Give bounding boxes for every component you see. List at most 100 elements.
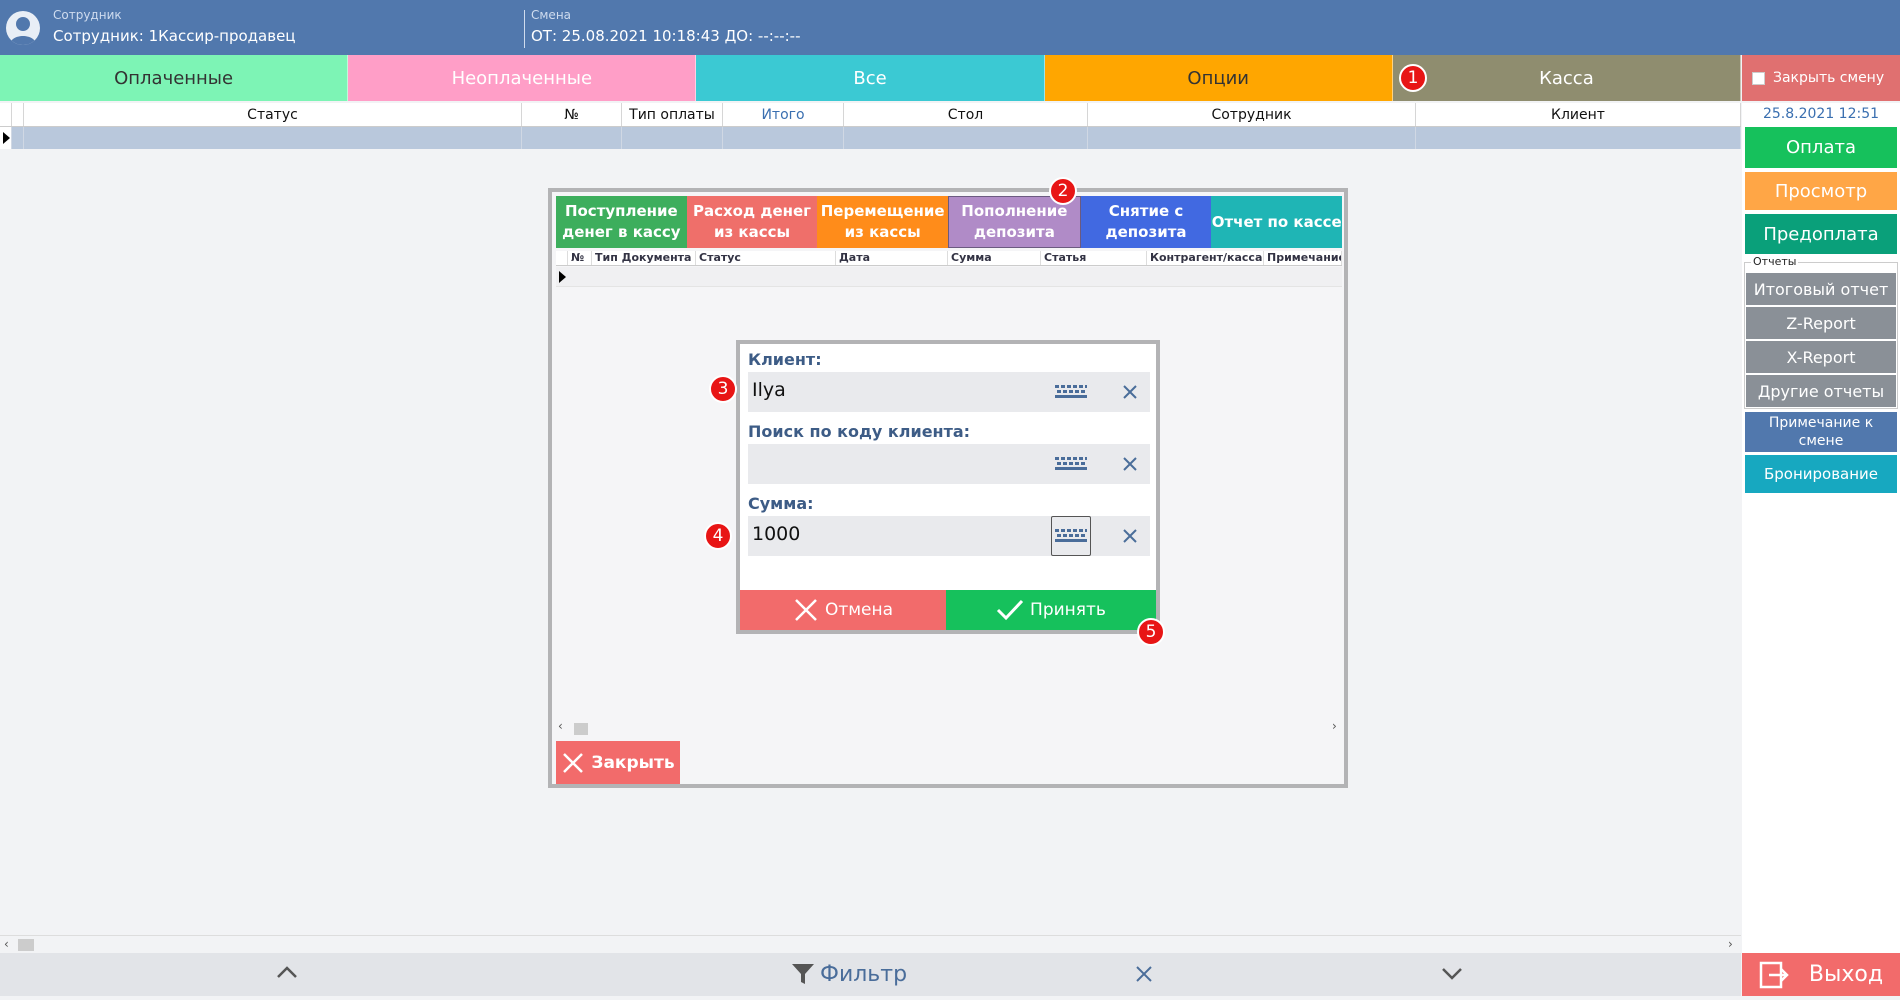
step-marker-3: 3 (709, 375, 737, 403)
clear-filter-button[interactable] (1134, 964, 1154, 988)
step-marker-4: 4 (704, 522, 732, 550)
scroll-thumb[interactable] (18, 939, 34, 951)
tab-paid-label: Оплаченные (114, 67, 234, 89)
client-keyboard-button[interactable] (1051, 372, 1091, 412)
user-avatar-icon (6, 11, 40, 45)
cancel-button[interactable]: Отмена (740, 590, 946, 630)
shift-caption: Смена (531, 8, 572, 22)
close-icon (1123, 385, 1137, 399)
cash-operations-bar: Поступление денег в кассу Расход денег и… (556, 196, 1343, 248)
col-number[interactable]: № (522, 103, 622, 126)
table-row[interactable] (0, 127, 1741, 149)
shift-note-button[interactable]: Примечание к смене (1745, 412, 1897, 452)
cash-report-button[interactable]: Отчет по кассе (1211, 196, 1343, 248)
scroll-thumb[interactable] (574, 723, 588, 735)
sum-keyboard-button[interactable] (1051, 516, 1091, 556)
exit-label: Выход (1808, 962, 1884, 987)
close-dialog-button[interactable]: Закрыть (556, 741, 680, 784)
step-marker-5: 5 (1137, 618, 1165, 646)
search-client-code-field[interactable] (748, 444, 1150, 484)
close-shift-checkbox-box[interactable] (1752, 71, 1765, 85)
shift-period: ОТ: 25.08.2021 10:18:43 ДО: --:--:-- (531, 27, 801, 45)
other-reports-button[interactable]: Другие отчеты (1746, 375, 1896, 407)
search-keyboard-button[interactable] (1051, 444, 1091, 484)
shift-info: Смена ОТ: 25.08.2021 10:18:43 ДО: --:--:… (531, 8, 801, 45)
cash-docs-header: № Тип Документа Статус Дата Сумма Статья… (556, 251, 1342, 266)
checkmark-icon (996, 599, 1024, 621)
search-clear-button[interactable] (1110, 444, 1150, 484)
client-field[interactable]: Ilya (748, 372, 1150, 412)
close-icon (563, 752, 584, 773)
x-report-button[interactable]: X-Report (1746, 341, 1896, 373)
row-pointer-icon (3, 132, 10, 144)
summary-report-button[interactable]: Итоговый отчет (1746, 273, 1896, 305)
col-total[interactable]: Итого (723, 103, 844, 126)
scroll-left-icon[interactable]: ‹ (4, 937, 9, 951)
cash-out-button[interactable]: Расход денег из кассы (686, 196, 818, 248)
main-horizontal-scrollbar[interactable]: ‹ › (0, 935, 1741, 953)
tab-options[interactable]: Опции (1044, 55, 1393, 101)
col-employee[interactable]: Сотрудник (1088, 103, 1416, 126)
grid-indicator (12, 103, 24, 126)
deposit-withdraw-button[interactable]: Снятие с депозита (1080, 196, 1212, 248)
col-doc-note[interactable]: Примечание (1264, 251, 1342, 265)
col-table[interactable]: Стол (844, 103, 1088, 126)
tab-all[interactable]: Все (696, 55, 1045, 101)
client-value: Ilya (752, 379, 786, 401)
col-doc-number[interactable]: № (568, 251, 592, 265)
sum-clear-button[interactable] (1110, 516, 1150, 556)
scroll-down-button[interactable] (1440, 966, 1464, 986)
scroll-left-icon[interactable]: ‹ (558, 719, 563, 733)
col-doc-date[interactable]: Дата (836, 251, 948, 265)
list-item[interactable] (556, 267, 1342, 287)
col-status[interactable]: Статус (24, 103, 522, 126)
cash-in-button[interactable]: Поступление денег в кассу (556, 196, 687, 248)
step-marker-2: 2 (1049, 177, 1077, 205)
sum-field[interactable]: 1000 (748, 516, 1150, 556)
col-doc-counterparty[interactable]: Контрагент/касса (1147, 251, 1264, 265)
employee-info: Сотрудник Сотрудник: 1Кассир-продавец (53, 8, 296, 45)
close-icon (1123, 457, 1137, 471)
scroll-right-icon[interactable]: › (1728, 937, 1733, 951)
dialog-horizontal-scrollbar[interactable]: ‹ › (556, 719, 1342, 736)
scroll-up-button[interactable] (275, 964, 299, 984)
bottom-bar: Фильтр (0, 953, 1741, 996)
view-button[interactable]: Просмотр (1745, 172, 1897, 210)
col-client[interactable]: Клиент (1416, 103, 1741, 126)
chevron-up-icon (277, 966, 297, 978)
app-header: Сотрудник Сотрудник: 1Кассир-продавец См… (0, 0, 1900, 55)
booking-button[interactable]: Бронирование (1745, 455, 1897, 493)
close-icon (795, 599, 817, 621)
order-tabs: Оплаченные Неоплаченные Все Опции Касса (0, 55, 1742, 101)
keyboard-icon (1055, 457, 1087, 470)
tab-paid[interactable]: Оплаченные (0, 55, 349, 101)
chevron-down-icon (1442, 968, 1462, 980)
search-client-code-label: Поиск по коду клиента: (748, 422, 971, 441)
header-divider (524, 10, 525, 48)
col-payment-type[interactable]: Тип оплаты (622, 103, 723, 126)
filter-label: Фильтр (820, 961, 908, 987)
prepay-button[interactable]: Предоплата (1745, 214, 1897, 254)
tab-cash[interactable]: Касса (1392, 55, 1742, 101)
cash-transfer-button[interactable]: Перемещение из кассы (817, 196, 949, 248)
keyboard-icon (1055, 385, 1087, 398)
col-doc-sum[interactable]: Сумма (948, 251, 1041, 265)
keyboard-icon (1055, 529, 1087, 542)
filter-button[interactable]: Фильтр (790, 961, 907, 987)
col-doc-article[interactable]: Статья (1041, 251, 1147, 265)
tab-options-label: Опции (1187, 67, 1249, 89)
right-panel: 25.8.2021 12:51 Оплата Просмотр Предопла… (1742, 103, 1900, 953)
accept-button[interactable]: Принять (946, 590, 1156, 630)
close-shift-checkbox[interactable]: Закрыть смену (1742, 55, 1900, 101)
z-report-button[interactable]: Z-Report (1746, 307, 1896, 339)
col-doc-status[interactable]: Статус (696, 251, 836, 265)
exit-button[interactable]: Выход (1742, 953, 1900, 996)
col-doc-type[interactable]: Тип Документа (592, 251, 696, 265)
pay-button[interactable]: Оплата (1745, 127, 1897, 168)
tab-unpaid[interactable]: Неоплаченные (348, 55, 697, 101)
close-dialog-label: Закрыть (591, 752, 675, 773)
client-label: Клиент: (748, 350, 822, 369)
sum-value: 1000 (752, 523, 801, 545)
client-clear-button[interactable] (1110, 372, 1150, 412)
scroll-right-icon[interactable]: › (1332, 719, 1337, 733)
